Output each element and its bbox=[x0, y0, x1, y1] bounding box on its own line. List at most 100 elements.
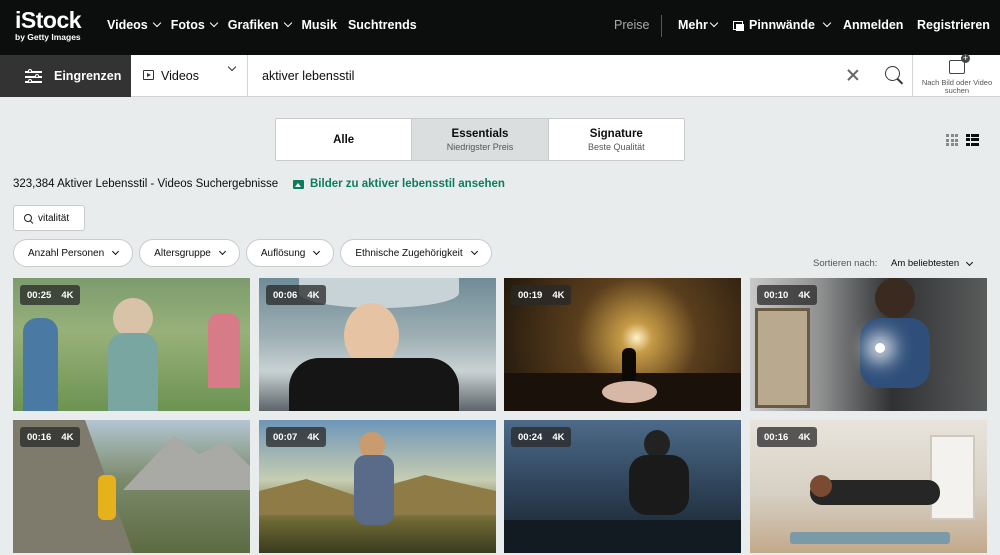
nav-item-label: Grafiken bbox=[227, 18, 279, 32]
video-thumbnail[interactable]: 00:10 4K bbox=[750, 278, 987, 411]
boards-icon bbox=[733, 20, 744, 31]
chevron-down-icon bbox=[822, 18, 832, 28]
clear-search-icon[interactable] bbox=[845, 67, 861, 83]
duration-badge: 00:16 4K bbox=[20, 427, 81, 447]
duration-badge: 00:25 4K bbox=[20, 285, 81, 305]
collection-tab-title: Essentials bbox=[451, 127, 509, 140]
sign-in-link[interactable]: Anmelden bbox=[843, 18, 903, 32]
collection-tab-signature[interactable]: Signature Beste Qualität bbox=[549, 119, 684, 160]
video-thumbnail[interactable]: 00:25 4K bbox=[13, 278, 250, 411]
filter-ethnische-zugehoerigkeit[interactable]: Ethnische Zugehörigkeit bbox=[340, 239, 492, 267]
main-nav: Videos Fotos Grafiken Musik Suchtrends bbox=[107, 18, 417, 32]
video-thumbnail[interactable]: 00:06 4K bbox=[259, 278, 496, 411]
sort-value: Am beliebtesten bbox=[891, 258, 960, 269]
logo-wordmark: iStock bbox=[15, 7, 82, 33]
chevron-down-icon bbox=[313, 247, 321, 256]
search-icon[interactable] bbox=[884, 65, 904, 85]
duration-badge: 00:10 4K bbox=[757, 285, 818, 305]
filter-sliders-icon bbox=[25, 69, 42, 83]
nav-pinnwaende-label: Pinnwände bbox=[749, 18, 815, 32]
video-quality: 4K bbox=[307, 289, 320, 301]
nav-item-suchtrends[interactable]: Suchtrends bbox=[348, 18, 417, 32]
video-duration: 00:16 bbox=[27, 431, 52, 443]
filter-label: Anzahl Personen bbox=[28, 247, 105, 259]
collection-tab-title: Signature bbox=[589, 127, 643, 140]
video-duration: 00:10 bbox=[764, 289, 789, 301]
video-thumbnail[interactable]: 00:19 4K bbox=[504, 278, 741, 411]
nav-item-musik[interactable]: Musik bbox=[302, 18, 337, 32]
nav-item-label: Fotos bbox=[170, 18, 205, 32]
nav-preise-link[interactable]: Preise bbox=[614, 18, 649, 32]
filter-aufloesung[interactable]: Auflösung bbox=[245, 239, 335, 267]
chevron-down-icon bbox=[227, 62, 237, 72]
filter-label: Ethnische Zugehörigkeit bbox=[355, 247, 463, 259]
video-quality: 4K bbox=[307, 431, 320, 443]
nav-mehr-menu[interactable]: Mehr bbox=[678, 18, 719, 32]
media-type-value: Videos bbox=[161, 69, 199, 83]
refine-button-label: Eingrenzen bbox=[54, 69, 122, 83]
register-link[interactable]: Registrieren bbox=[917, 18, 990, 32]
istock-logo[interactable]: iStock by Getty Images bbox=[15, 7, 82, 43]
video-duration: 00:24 bbox=[518, 431, 543, 443]
nav-item-label: Suchtrends bbox=[347, 18, 417, 32]
chevron-down-icon bbox=[209, 18, 219, 28]
search-bar: Eingrenzen Videos aktiver lebensstil Nac… bbox=[0, 54, 1000, 97]
chevron-down-icon bbox=[709, 18, 719, 28]
top-navigation: iStock by Getty Images Videos Fotos Graf… bbox=[0, 0, 1000, 55]
chevron-down-icon bbox=[112, 247, 120, 256]
video-thumbnail[interactable]: 00:24 4K bbox=[504, 420, 741, 553]
nav-item-label: Videos bbox=[107, 18, 148, 32]
image-search-button[interactable]: Nach Bild oder Video suchen bbox=[912, 54, 1000, 97]
collection-tab-subtitle: Beste Qualität bbox=[588, 141, 645, 152]
video-quality: 4K bbox=[798, 289, 811, 301]
duration-badge: 00:24 4K bbox=[511, 427, 572, 447]
video-quality: 4K bbox=[552, 289, 565, 301]
video-quality: 4K bbox=[552, 431, 565, 443]
chevron-down-icon bbox=[218, 247, 226, 256]
chevron-down-icon bbox=[283, 18, 292, 28]
video-thumbnail[interactable]: 00:16 4K bbox=[750, 420, 987, 553]
video-icon bbox=[143, 70, 154, 80]
filter-anzahl-personen[interactable]: Anzahl Personen bbox=[13, 239, 134, 267]
duration-badge: 00:07 4K bbox=[266, 427, 327, 447]
nav-item-label: Musik bbox=[301, 18, 337, 32]
video-duration: 00:25 bbox=[27, 289, 52, 301]
video-duration: 00:07 bbox=[273, 431, 298, 443]
search-icon bbox=[24, 213, 33, 223]
video-quality: 4K bbox=[61, 431, 74, 443]
mosaic-view-icon[interactable] bbox=[966, 134, 979, 146]
duration-badge: 00:16 4K bbox=[757, 427, 818, 447]
results-count: 323,384 Aktiver Lebensstil - Videos Such… bbox=[13, 178, 279, 190]
related-search-label: vitalität bbox=[38, 212, 70, 224]
nav-pinnwaende-menu[interactable]: Pinnwände bbox=[733, 18, 832, 32]
collection-switcher: Alle Essentials Niedrigster Preis Signat… bbox=[275, 118, 685, 161]
nav-item-videos[interactable]: Videos bbox=[107, 18, 162, 32]
search-input[interactable]: aktiver lebensstil bbox=[262, 69, 354, 83]
view-images-link[interactable]: Bilder zu aktiver lebensstil ansehen bbox=[293, 178, 505, 190]
nav-item-fotos[interactable]: Fotos bbox=[170, 18, 219, 32]
video-duration: 00:19 bbox=[518, 289, 543, 301]
view-images-label: Bilder zu aktiver lebensstil ansehen bbox=[310, 178, 505, 190]
media-type-select[interactable]: Videos bbox=[131, 55, 248, 97]
image-search-icon bbox=[949, 54, 970, 74]
video-quality: 4K bbox=[61, 289, 74, 301]
filter-label: Auflösung bbox=[260, 247, 306, 259]
related-search-chip[interactable]: vitalität bbox=[13, 205, 85, 231]
collection-tab-alle[interactable]: Alle bbox=[276, 119, 413, 160]
filter-bar: Anzahl Personen Altersgruppe Auflösung E… bbox=[13, 239, 492, 267]
nav-item-grafiken[interactable]: Grafiken bbox=[227, 18, 292, 32]
filter-label: Altersgruppe bbox=[154, 247, 211, 259]
sort-select[interactable]: Am beliebtesten bbox=[891, 258, 974, 269]
chevron-down-icon bbox=[152, 18, 162, 28]
refine-button[interactable]: Eingrenzen bbox=[0, 55, 131, 97]
video-thumbnail[interactable]: 00:16 4K bbox=[13, 420, 250, 553]
nav-mehr-label: Mehr bbox=[678, 18, 708, 32]
chevron-down-icon bbox=[470, 247, 478, 256]
collection-tab-essentials[interactable]: Essentials Niedrigster Preis bbox=[412, 119, 549, 160]
grid-view-icon[interactable] bbox=[946, 134, 958, 146]
filter-altersgruppe[interactable]: Altersgruppe bbox=[139, 239, 240, 267]
collection-tab-title: Alle bbox=[333, 133, 355, 146]
video-duration: 00:06 bbox=[273, 289, 298, 301]
collection-tab-subtitle: Niedrigster Preis bbox=[446, 141, 514, 152]
video-thumbnail[interactable]: 00:07 4K bbox=[259, 420, 496, 553]
